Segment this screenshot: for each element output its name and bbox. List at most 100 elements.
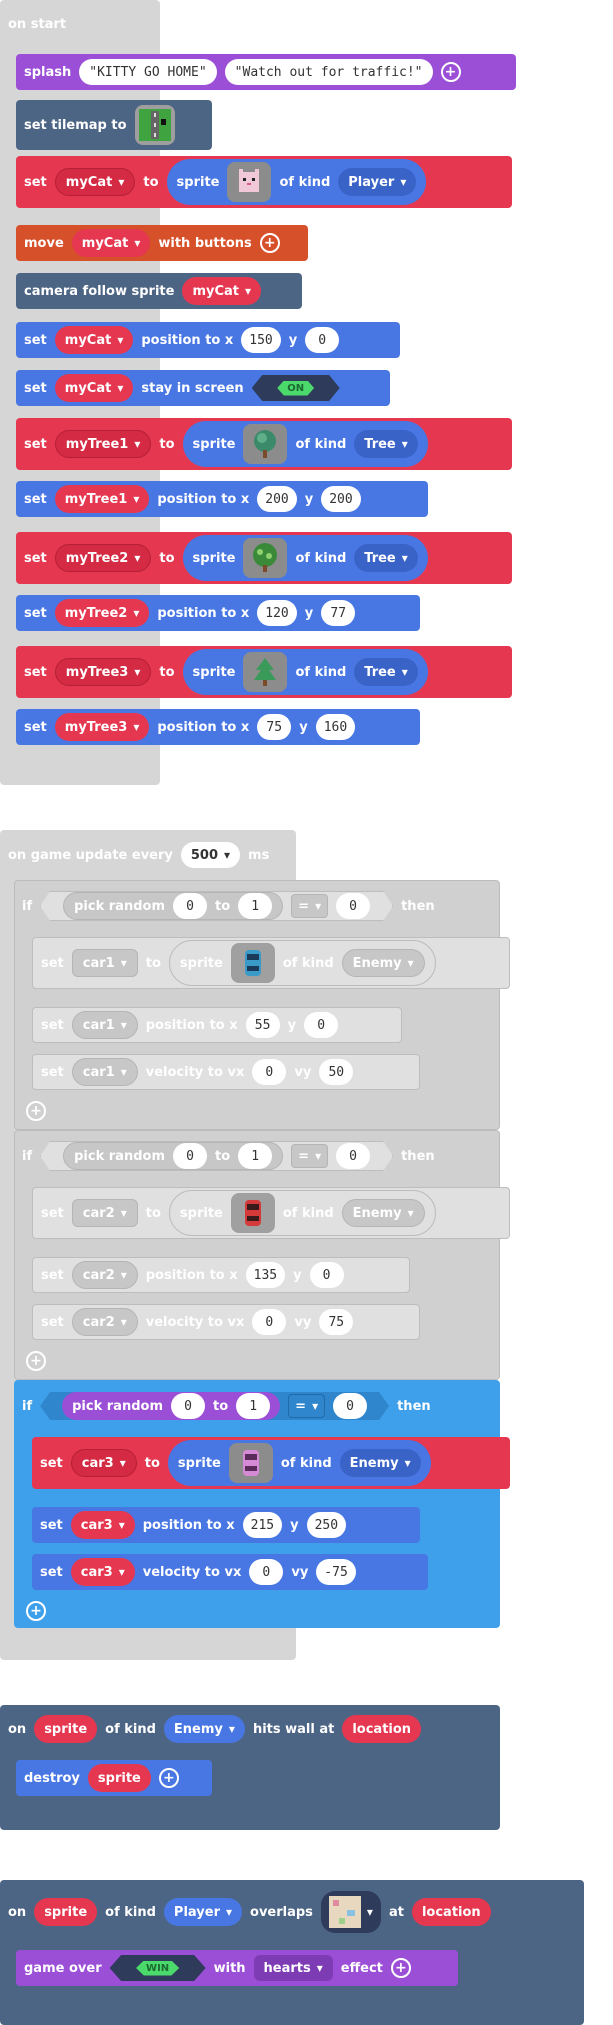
- car2-image-slot[interactable]: [230, 1193, 275, 1233]
- operator-dropdown[interactable]: =: [291, 1144, 328, 1168]
- mycat-variable-dropdown[interactable]: myCat: [182, 277, 262, 305]
- move-with-buttons-block[interactable]: move myCat with buttons +: [16, 225, 308, 261]
- splash-block[interactable]: splash "KITTY GO HOME" "Watch out for tr…: [16, 54, 516, 90]
- add-icon[interactable]: +: [259, 233, 280, 253]
- condition-block[interactable]: pick random 0 to 1 = 0: [40, 1141, 393, 1171]
- mytree1-variable-dropdown[interactable]: myTree1: [54, 430, 152, 458]
- mytree2-variable-dropdown[interactable]: myTree2: [54, 599, 150, 627]
- sprite-of-kind-block[interactable]: sprite of kind Enemy: [167, 1440, 431, 1486]
- sprite-of-kind-block[interactable]: sprite of kind Tree: [182, 535, 428, 581]
- x-input[interactable]: 120: [257, 600, 297, 626]
- car2-variable-dropdown[interactable]: car2: [71, 1199, 138, 1227]
- vy-input[interactable]: -75: [316, 1559, 356, 1585]
- kind-player-dropdown[interactable]: Player: [163, 1898, 243, 1926]
- set-mycat-stay-block[interactable]: set myCat stay in screen ON: [16, 370, 390, 406]
- compare-input[interactable]: 0: [336, 893, 370, 919]
- y-input[interactable]: 0: [309, 1262, 344, 1288]
- location-param[interactable]: location: [342, 1715, 422, 1743]
- add-icon[interactable]: +: [158, 1768, 179, 1788]
- effect-dropdown[interactable]: hearts: [253, 1955, 333, 1981]
- sprite-variable[interactable]: sprite: [87, 1764, 151, 1792]
- camera-follow-block[interactable]: camera follow sprite myCat: [16, 273, 302, 309]
- min-input[interactable]: 0: [173, 893, 207, 919]
- x-input[interactable]: 55: [245, 1012, 280, 1038]
- pick-random-block[interactable]: pick random 0 to 1: [63, 892, 283, 920]
- set-car1-position-block[interactable]: set car1 position to x 55 y 0: [32, 1007, 402, 1043]
- car3-variable-dropdown[interactable]: car3: [70, 1449, 137, 1477]
- kind-tree-dropdown[interactable]: Tree: [354, 430, 418, 458]
- set-mytree1-sprite-block[interactable]: set myTree1 to sprite of kind Tree: [16, 418, 512, 470]
- tree3-image-slot[interactable]: [243, 652, 288, 692]
- vx-input[interactable]: 0: [252, 1309, 287, 1335]
- pick-random-block[interactable]: pick random 0 to 1: [62, 1392, 280, 1420]
- mytree3-variable-dropdown[interactable]: myTree3: [54, 658, 152, 686]
- set-mycat-position-block[interactable]: set myCat position to x 150 y 0: [16, 322, 400, 358]
- kind-player-dropdown[interactable]: Player: [338, 168, 417, 196]
- mycat-variable-dropdown[interactable]: myCat: [54, 168, 136, 196]
- game-over-block[interactable]: game over WIN with hearts effect +: [16, 1950, 458, 1986]
- set-car2-position-block[interactable]: set car2 position to x 135 y 0: [32, 1257, 410, 1293]
- add-else-icon[interactable]: +: [26, 1101, 46, 1121]
- kind-enemy-dropdown[interactable]: Enemy: [341, 1199, 425, 1227]
- set-tilemap-block[interactable]: set tilemap to: [16, 100, 212, 150]
- set-car3-position-block[interactable]: set car3 position to x 215 y 250: [32, 1507, 420, 1543]
- mytree1-variable-dropdown[interactable]: myTree1: [54, 485, 150, 513]
- min-input[interactable]: 0: [173, 1143, 207, 1169]
- y-input[interactable]: 77: [321, 600, 356, 626]
- tile-image-slot[interactable]: [328, 1896, 361, 1928]
- set-car3-sprite-block[interactable]: set car3 to sprite of kind Enemy: [32, 1437, 510, 1489]
- y-input[interactable]: 250: [306, 1512, 347, 1538]
- kind-tree-dropdown[interactable]: Tree: [354, 658, 418, 686]
- x-input[interactable]: 150: [241, 327, 281, 353]
- x-input[interactable]: 215: [242, 1512, 283, 1538]
- max-input[interactable]: 1: [238, 1143, 272, 1169]
- car2-variable-dropdown[interactable]: car2: [71, 1261, 138, 1289]
- tree1-image-slot[interactable]: [243, 424, 288, 464]
- set-mycat-sprite-block[interactable]: set myCat to sprite of kind Player: [16, 156, 512, 208]
- sprite-param[interactable]: sprite: [34, 1715, 98, 1743]
- add-icon[interactable]: +: [390, 1958, 411, 1978]
- interval-dropdown[interactable]: 500: [180, 842, 241, 868]
- compare-input[interactable]: 0: [336, 1143, 370, 1169]
- set-car2-velocity-block[interactable]: set car2 velocity to vx 0 vy 75: [32, 1304, 420, 1340]
- sprite-param[interactable]: sprite: [34, 1898, 98, 1926]
- max-input[interactable]: 1: [238, 893, 272, 919]
- car1-variable-dropdown[interactable]: car1: [71, 949, 138, 977]
- max-input[interactable]: 1: [236, 1393, 270, 1419]
- car2-variable-dropdown[interactable]: car2: [71, 1308, 138, 1336]
- destroy-sprite-block[interactable]: destroy sprite +: [16, 1760, 212, 1796]
- condition-block[interactable]: pick random 0 to 1 = 0: [40, 1392, 389, 1420]
- add-else-icon[interactable]: +: [26, 1351, 46, 1371]
- kind-enemy-dropdown[interactable]: Enemy: [163, 1715, 245, 1743]
- operator-dropdown[interactable]: =: [291, 894, 328, 918]
- set-mytree3-sprite-block[interactable]: set myTree3 to sprite of kind Tree: [16, 646, 512, 698]
- y-input[interactable]: 0: [305, 327, 340, 353]
- win-toggle[interactable]: WIN: [109, 1955, 206, 1981]
- set-car1-sprite-block[interactable]: set car1 to sprite of kind Enemy: [32, 937, 510, 989]
- car1-variable-dropdown[interactable]: car1: [71, 1058, 138, 1086]
- y-input[interactable]: 0: [304, 1012, 339, 1038]
- car1-variable-dropdown[interactable]: car1: [71, 1011, 138, 1039]
- set-mytree2-position-block[interactable]: set myTree2 position to x 120 y 77: [16, 595, 420, 631]
- set-mytree1-position-block[interactable]: set myTree1 position to x 200 y 200: [16, 481, 428, 517]
- tilemap-image-slot[interactable]: [134, 105, 175, 145]
- compare-input[interactable]: 0: [333, 1393, 367, 1419]
- on-toggle[interactable]: ON: [251, 375, 340, 401]
- x-input[interactable]: 200: [257, 486, 297, 512]
- set-mytree2-sprite-block[interactable]: set myTree2 to sprite of kind Tree: [16, 532, 512, 584]
- vx-input[interactable]: 0: [249, 1559, 284, 1585]
- kind-enemy-dropdown[interactable]: Enemy: [341, 949, 425, 977]
- y-input[interactable]: 160: [315, 714, 356, 740]
- add-else-icon[interactable]: +: [26, 1601, 46, 1621]
- sprite-of-kind-block[interactable]: sprite of kind Player: [166, 159, 427, 205]
- mycat-variable-dropdown[interactable]: myCat: [54, 326, 134, 354]
- set-car1-velocity-block[interactable]: set car1 velocity to vx 0 vy 50: [32, 1054, 420, 1090]
- pick-random-block[interactable]: pick random 0 to 1: [63, 1142, 283, 1170]
- operator-dropdown[interactable]: =: [288, 1394, 325, 1418]
- sprite-of-kind-block[interactable]: sprite of kind Tree: [182, 421, 428, 467]
- set-car2-sprite-block[interactable]: set car2 to sprite of kind Enemy: [32, 1187, 510, 1239]
- set-car3-velocity-block[interactable]: set car3 velocity to vx 0 vy -75: [32, 1554, 428, 1590]
- vx-input[interactable]: 0: [252, 1059, 287, 1085]
- vy-input[interactable]: 75: [319, 1309, 354, 1335]
- splash-subtitle-field[interactable]: "Watch out for traffic!": [224, 59, 433, 85]
